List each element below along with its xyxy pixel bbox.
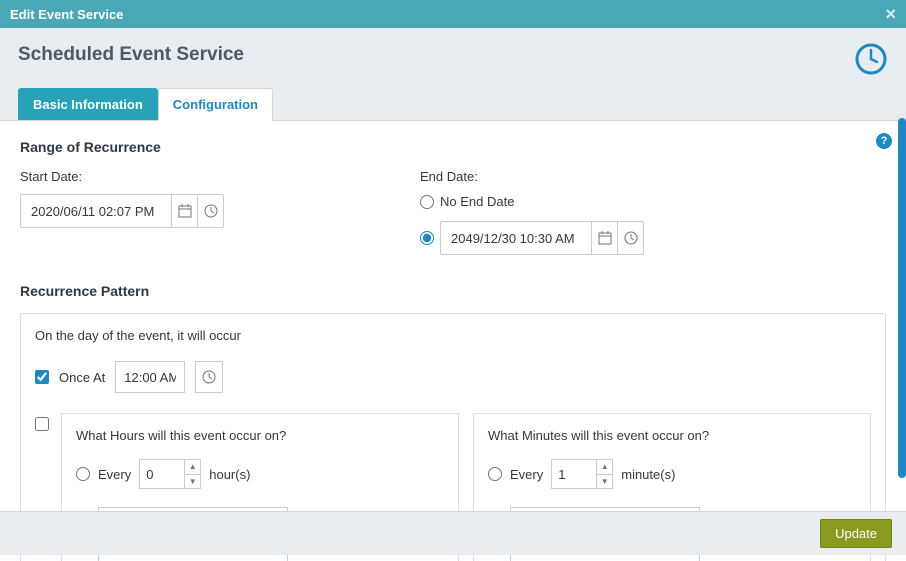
help-icon[interactable]: ? — [876, 133, 892, 149]
page-title: Scheduled Event Service — [18, 44, 888, 66]
hours-number-input[interactable] — [140, 460, 184, 488]
clock-icon — [854, 42, 888, 79]
hours-every-label: Every — [98, 467, 131, 482]
hours-steppers: ▲ ▼ — [184, 460, 200, 488]
once-at-time-input[interactable] — [115, 361, 185, 393]
tab-configuration[interactable]: Configuration — [158, 88, 273, 121]
end-date-group — [440, 221, 644, 255]
end-date-label: End Date: — [420, 169, 886, 184]
close-icon[interactable]: × — [885, 5, 896, 23]
minutes-every-label: Every — [510, 467, 543, 482]
once-at-label: Once At — [59, 370, 105, 385]
no-end-date-row: No End Date — [420, 194, 886, 209]
chevron-up-icon[interactable]: ▲ — [185, 460, 200, 475]
minutes-panel-title: What Minutes will this event occur on? — [488, 428, 856, 443]
hours-unit-label: hour(s) — [209, 467, 250, 482]
clock-icon[interactable] — [195, 361, 223, 393]
clock-icon[interactable] — [197, 195, 223, 227]
end-date-value-row — [420, 221, 886, 255]
once-at-checkbox[interactable] — [35, 370, 49, 384]
window-title: Edit Event Service — [10, 7, 123, 22]
chevron-down-icon[interactable]: ▼ — [185, 475, 200, 489]
range-heading: Range of Recurrence — [20, 139, 886, 155]
on-day-label: On the day of the event, it will occur — [35, 328, 871, 343]
end-date-radio[interactable] — [420, 231, 434, 245]
start-date-input[interactable] — [21, 195, 171, 227]
scrollbar[interactable] — [898, 118, 906, 478]
clock-icon[interactable] — [617, 222, 643, 254]
tabs: Basic Information Configuration — [18, 88, 888, 120]
tab-basic-information[interactable]: Basic Information — [18, 88, 158, 120]
minutes-unit-label: minute(s) — [621, 467, 675, 482]
range-row: Start Date: End Date: No End Date — [20, 169, 886, 267]
start-date-col: Start Date: — [20, 169, 380, 267]
content-area: ? Range of Recurrence Start Date: End Da… — [0, 121, 906, 561]
minutes-steppers: ▲ ▼ — [596, 460, 612, 488]
end-date-col: End Date: No End Date — [420, 169, 886, 267]
hours-every-row: Every ▲ ▼ hour(s) — [76, 459, 444, 489]
once-at-row: Once At — [35, 361, 871, 393]
start-date-label: Start Date: — [20, 169, 380, 184]
minutes-number-input[interactable] — [552, 460, 596, 488]
start-date-group — [20, 194, 224, 228]
header: Scheduled Event Service Basic Informatio… — [0, 28, 906, 121]
minutes-number-group: ▲ ▼ — [551, 459, 613, 489]
no-end-date-radio[interactable] — [420, 195, 434, 209]
chevron-down-icon[interactable]: ▼ — [597, 475, 612, 489]
hours-minutes-checkbox[interactable] — [35, 417, 49, 431]
hours-every-radio[interactable] — [76, 467, 90, 481]
minutes-every-radio[interactable] — [488, 467, 502, 481]
hours-number-group: ▲ ▼ — [139, 459, 201, 489]
end-date-input[interactable] — [441, 222, 591, 254]
pattern-heading: Recurrence Pattern — [20, 283, 886, 299]
titlebar: Edit Event Service × — [0, 0, 906, 28]
footer: Update — [0, 511, 906, 555]
calendar-icon[interactable] — [591, 222, 617, 254]
update-button[interactable]: Update — [820, 519, 892, 548]
chevron-up-icon[interactable]: ▲ — [597, 460, 612, 475]
no-end-date-label: No End Date — [440, 194, 514, 209]
hours-panel-title: What Hours will this event occur on? — [76, 428, 444, 443]
minutes-every-row: Every ▲ ▼ minute(s) — [488, 459, 856, 489]
calendar-icon[interactable] — [171, 195, 197, 227]
